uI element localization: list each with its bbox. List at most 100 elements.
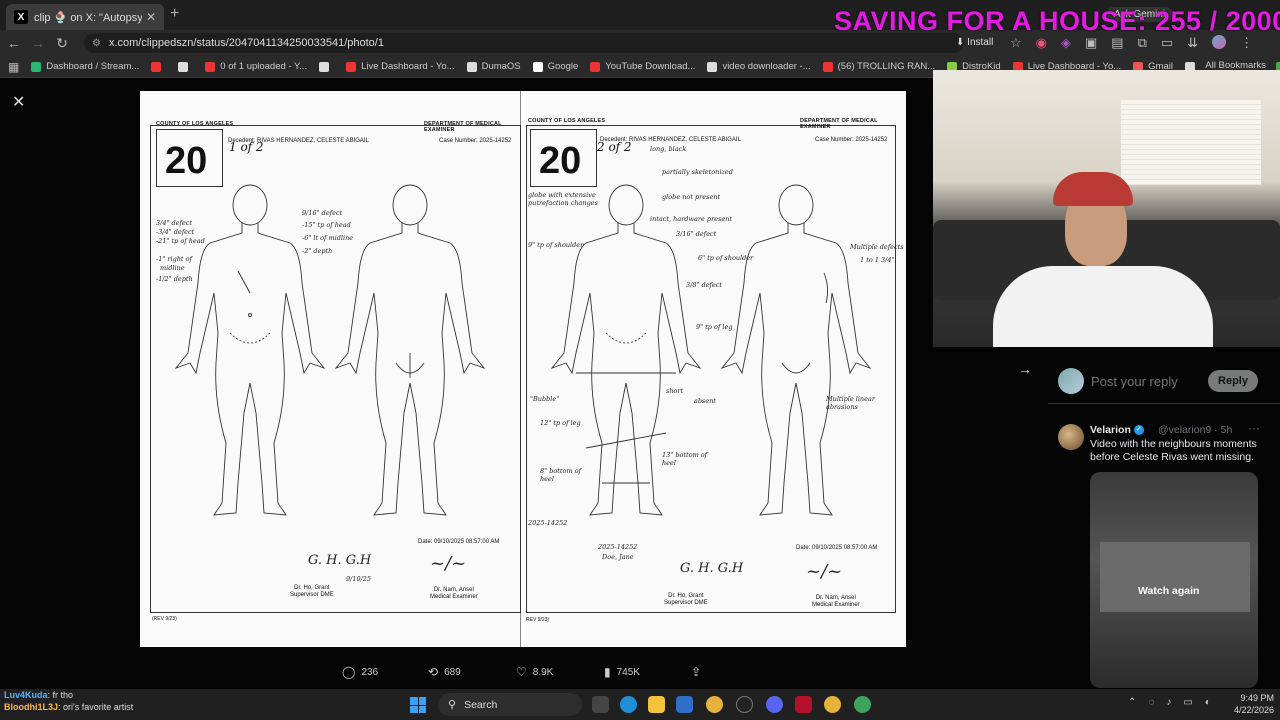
search-icon: ⚲ [448,699,457,711]
bookmark-item[interactable]: Google [532,61,579,72]
decedent-name: Decedent: RIVAS HERNANDEZ, CELESTE ABIGA… [600,137,741,143]
close-tab-icon[interactable]: ✕ [146,10,156,24]
browser-tab-active[interactable]: X clip 🍨 on X: "Autopsy details ✕ [6,4,164,30]
task-view-icon[interactable] [592,696,609,713]
bookmark-item[interactable]: DumaOS [466,61,521,72]
extensions-puzzle-icon[interactable]: ⧉ [1138,35,1147,51]
repost-icon: ⟲ [428,665,439,679]
extension-icon[interactable]: ▣ [1085,35,1097,51]
forward-icon[interactable]: → [26,35,50,51]
apps-grid-icon[interactable]: ▦ [8,60,19,74]
chrome-icon[interactable] [824,696,841,713]
exam-date: Date: 09/10/2025 08:57:00 AM [796,545,878,551]
acrobat-icon[interactable] [795,696,812,713]
menu-kebab-icon[interactable]: ⋮ [1240,35,1253,51]
share-action[interactable]: ⇪ [691,665,701,679]
handwritten-note: intact, hardware present [650,215,733,223]
bookmark-star-icon[interactable]: ☆ [1010,35,1022,51]
bookmark-item[interactable]: 0 of 1 uploaded - Y... [205,61,307,72]
install-label: Install [967,37,994,48]
bookmark-item[interactable]: Dashboard / Stream... [31,61,139,72]
taskbar-clock[interactable]: 9:49 PM 4/22/2026 [1230,692,1274,716]
next-photo-arrow-icon[interactable]: → [1018,361,1032,377]
reply-input[interactable]: Post your reply [1091,374,1178,389]
handwritten-note: 13" bottom of heel [662,451,708,467]
site-info-icon[interactable]: ⚙ [92,38,101,49]
handwritten-note: short [666,387,684,395]
chevron-up-icon[interactable]: ⌃ [1128,697,1136,708]
handwritten-note: -3/4" defect [156,228,195,236]
volume-icon[interactable]: ◐ [1205,697,1211,708]
profile-avatar[interactable] [1212,35,1227,49]
close-viewer-icon[interactable]: ✕ [12,92,25,112]
chrome-profile-icon[interactable] [854,696,871,713]
tweet-text: Video with the neighbours moments before… [1090,438,1257,463]
views-action[interactable]: ▮ 745K [604,665,640,679]
avatar[interactable] [1058,424,1084,450]
address-bar[interactable]: ⚙ x.com/clippedszn/status/20470411342500… [84,33,964,53]
taskbar-search[interactable]: ⚲ Search [438,693,582,716]
tweet-video[interactable]: Watch again [1090,472,1258,688]
bookmark-item[interactable] [151,61,166,72]
bookmark-label: Dashboard / Stream... [46,61,140,72]
chrome-icon[interactable] [706,696,723,713]
bookmark-favicon-icon [151,61,162,72]
examiner-name: Dr. Nam, Ansel Medical Examiner [812,595,860,608]
handwritten-note: 9" tp of shoulder [528,241,584,249]
edge-icon[interactable] [620,696,637,713]
repost-action[interactable]: ⟲ 689 [428,665,461,679]
windows-start-icon[interactable] [410,697,426,713]
heart-icon: ♡ [516,665,527,679]
author-name[interactable]: Velarion ✓ [1090,424,1144,436]
monitor-icon[interactable]: ▭ [1183,697,1192,708]
handwritten-note: Multiple defects [850,243,904,251]
network-icon[interactable]: ◌ [1148,697,1154,708]
reply-action[interactable]: ◯ 236 [342,665,378,679]
autopsy-document-photo[interactable]: COUNTY OF LOS ANGELES DEPARTMENT OF MEDI… [140,91,906,647]
case-number: Case Number: 2025-14252 [439,138,512,144]
handwritten-note: 2025-14252 [598,543,638,551]
downloads-icon[interactable]: ⇊ [1187,35,1198,51]
extension-icon[interactable]: ◈ [1061,35,1071,51]
handwritten-note: Multiple linear abrasions [826,395,875,411]
signature-date: 9/10/25 [346,575,372,583]
bookmark-item[interactable]: Live Dashboard - Yo... [346,61,455,72]
cast-icon[interactable]: ▭ [1161,35,1173,51]
bookmark-item[interactable] [319,61,334,72]
bookmark-item[interactable]: video downloader -... [707,61,811,72]
new-tab-icon[interactable]: + [170,5,179,23]
reply-tweet[interactable]: Velarion ✓ @velarion9 · 5h ··· Video with… [1048,416,1280,688]
post-action-bar: ◯ 236 ⟲ 689 ♡ 8.9K ▮ 745K ⇪ [0,659,1050,685]
bookmark-label: DumaOS [481,61,521,72]
store-icon[interactable] [676,696,693,713]
install-app-button[interactable]: ⬇ Install [956,37,993,48]
file-explorer-icon[interactable] [648,696,665,713]
extension-icon[interactable]: ◉ [1036,35,1047,51]
reply-composer: Post your reply Reply [1048,358,1280,404]
county-header: COUNTY OF LOS ANGELES [156,121,234,127]
bookmark-label: video downloader -... [722,61,811,72]
chat-message: Luv4Kuda: fr tho [4,689,133,701]
handwritten-note: globe not present [662,193,721,201]
bookmark-item[interactable] [178,61,193,72]
author-handle[interactable]: @velarion9 · 5h [1158,424,1232,436]
extension-icon[interactable]: ▤ [1111,35,1123,51]
like-action[interactable]: ♡ 8.9K [516,665,553,679]
bookmark-item[interactable]: YouTube Download... [590,61,695,72]
handwritten-note: -15" tp of head [302,221,351,229]
watch-again-button[interactable]: Watch again [1138,585,1199,597]
reload-icon[interactable]: ↻ [50,35,74,52]
obs-icon[interactable] [736,696,753,713]
handwritten-note: Doe, Jane [602,553,634,561]
views-chart-icon: ▮ [604,665,611,679]
handwritten-note: 9/16" defect [302,209,343,217]
bookmark-label: Google [547,61,579,72]
discord-icon[interactable] [766,696,783,713]
bookmark-favicon-icon [31,61,42,72]
reply-button[interactable]: Reply [1208,370,1258,392]
back-icon[interactable]: ← [2,35,26,51]
search-label: Search [464,698,498,711]
more-options-icon[interactable]: ··· [1248,421,1260,435]
bookmark-item[interactable]: (56) TROLLING RAN... [822,61,935,72]
mic-icon[interactable]: ♪ [1166,697,1171,708]
